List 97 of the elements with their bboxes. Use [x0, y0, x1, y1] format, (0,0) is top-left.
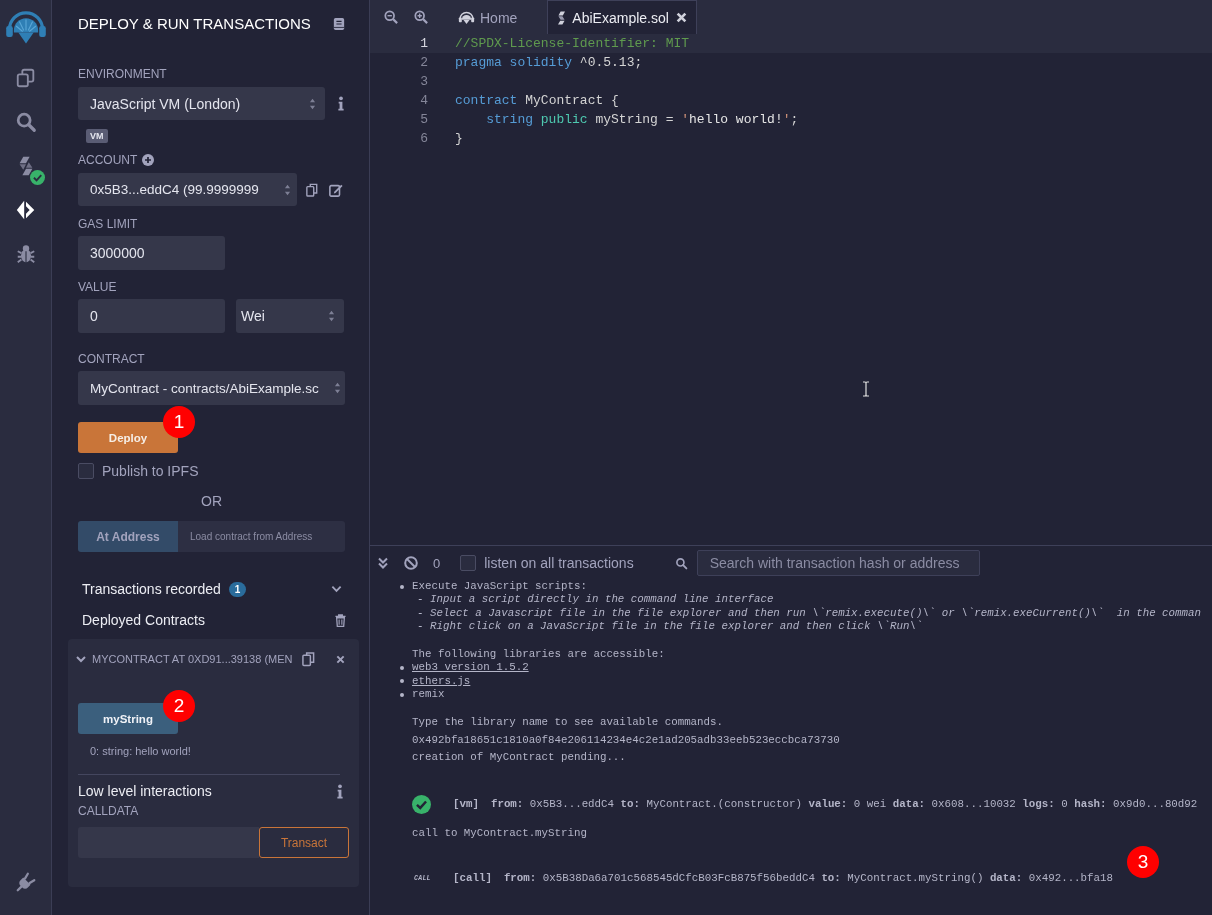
search-field[interactable]: Search with transaction hash or address: [696, 550, 980, 576]
transact-button[interactable]: Transact: [259, 827, 349, 858]
calldata-label: CALLDATA: [78, 804, 139, 818]
line-number: 3: [419, 74, 429, 89]
deployed-contracts-label: Deployed Contracts: [82, 612, 205, 628]
copy-icon[interactable]: [302, 651, 315, 667]
bullet-icon: [400, 584, 404, 589]
listen-label[interactable]: listen on all transactions: [484, 555, 634, 571]
zoom-in-icon[interactable]: [414, 10, 428, 24]
trash-icon[interactable]: [335, 613, 346, 627]
library-name: remix: [412, 688, 445, 702]
bullet-icon: [400, 666, 404, 671]
transaction-details: from: 0x5B3...eddC4 to: MyContract.(constructor) value: 0 wei data: 0x608...10032 logs: 0 hash: 0x9d0...80d92: [490, 798, 1198, 812]
pending-count: 0: [433, 555, 441, 571]
transaction-details: from: 0x5B38Da6a701c568545dCfcB03FcB875f56beddC4 to: MyContract.myString() data: 0x492...bfa18: [503, 871, 1113, 885]
help-text: Type the library name to see available commands.: [412, 716, 723, 730]
plug-icon: [14, 871, 37, 893]
environment-select[interactable]: JavaScript VM (London): [78, 87, 325, 120]
code-line: string public myString = 'hello world!';: [485, 112, 799, 127]
value-field[interactable]: 0: [78, 299, 225, 333]
close-icon[interactable]: [336, 654, 345, 664]
publish-label[interactable]: Publish to IPFS: [102, 463, 199, 479]
plus-circle-icon[interactable]: [142, 154, 155, 166]
logo-icon: [458, 9, 475, 26]
log-line: creation of MyContract pending...: [412, 750, 626, 765]
line-number: 6: [419, 131, 429, 146]
address-field[interactable]: Load contract from Address: [178, 521, 345, 552]
chevron-down-icon[interactable]: [331, 585, 342, 593]
panel-title: DEPLOY & RUN TRANSACTIONS: [78, 14, 311, 34]
log-line: call to MyContract.myString: [412, 827, 587, 841]
environment-badge: VM: [86, 129, 108, 143]
double-chevron-down-icon[interactable]: [378, 557, 388, 569]
library-link[interactable]: ethers.js: [412, 674, 471, 689]
copy-icon[interactable]: [306, 182, 318, 197]
contract-select[interactable]: MyContract - contracts/AbiExample.sc: [78, 371, 345, 405]
bullet-icon: [400, 692, 404, 697]
calldata-field[interactable]: [78, 827, 259, 858]
or-divider-text: OR: [200, 493, 223, 509]
account-select[interactable]: 0x5B3...eddC4 (99.9999999: [78, 173, 297, 206]
file-icon: [557, 10, 567, 25]
line-number: 2: [419, 55, 429, 70]
bullet-icon: [400, 679, 404, 684]
code-line: }: [455, 131, 463, 146]
step-number-badge: 2: [163, 690, 195, 722]
book-icon[interactable]: [333, 17, 345, 31]
search-icon: [14, 111, 37, 133]
log-line: 0x492bfa18651c1810a0f84e206114234e4c2e1ad205adb33eeb523eccbca73730: [412, 733, 840, 747]
info-icon[interactable]: [338, 96, 344, 111]
line-number: 4: [419, 93, 429, 108]
updown-caret-icon: [328, 310, 335, 322]
help-heading: Execute JavaScript scripts:: [412, 580, 587, 594]
help-hint: - Input a script directly in the command line interface: [416, 593, 774, 607]
gas-limit-field[interactable]: 3000000: [78, 236, 225, 270]
libraries-intro: The following libraries are accessible:: [412, 648, 665, 662]
line-number: 1: [419, 36, 429, 51]
count-badge: 1: [228, 581, 247, 597]
search-icon: [674, 556, 688, 570]
contract-label: CONTRACT: [78, 352, 146, 366]
account-label: ACCOUNT: [78, 153, 138, 167]
checkbox[interactable]: [78, 463, 94, 479]
editor-tab[interactable]: Home: [444, 0, 533, 34]
at-address-button[interactable]: At Address: [78, 521, 178, 552]
code-line: //SPDX-License-Identifier: MIT: [455, 36, 690, 51]
code-line: pragma solidity ^0.5.13;: [455, 55, 643, 70]
environment-label: ENVIRONMENT: [78, 67, 168, 81]
gas-limit-label: GAS LIMIT: [78, 217, 139, 231]
help-hint: - Right click on a JavaScript file in the file explorer and then click \`Run\`: [416, 619, 923, 634]
unit-select[interactable]: Wei: [236, 299, 344, 333]
text-cursor-icon: [862, 381, 870, 397]
code-line: contract MyContract {: [455, 93, 619, 108]
function-result: 0: string: hello world!: [90, 744, 191, 758]
bug-icon: [14, 243, 37, 265]
updown-caret-icon: [284, 183, 291, 196]
line-number: 5: [419, 112, 429, 127]
chevron-down-icon[interactable]: [76, 655, 86, 663]
transactions-recorded-label[interactable]: Transactions recorded: [82, 581, 221, 597]
deploy-icon: [14, 199, 37, 221]
clear-icon[interactable]: [404, 556, 418, 570]
info-icon[interactable]: [337, 783, 343, 799]
close-icon[interactable]: [675, 12, 687, 23]
updown-caret-icon: [334, 382, 341, 394]
library-link[interactable]: web3 version 1.5.2: [412, 661, 529, 675]
editor-tab[interactable]: AbiExample.sol: [547, 0, 697, 34]
log-tag: [call]: [453, 871, 492, 885]
help-hint: - Select a Javascript file in the file explorer and then run \`remix.execute()\` or \`remix.exeCurrent()\` in the comman: [416, 606, 1201, 620]
instance-title: MYCONTRACT AT 0XD91...39138 (MEN: [92, 653, 293, 665]
success-check-icon: [412, 795, 431, 815]
checkbox[interactable]: [460, 555, 477, 571]
files-icon: [14, 67, 37, 89]
step-number-badge: 3: [1127, 845, 1159, 878]
updown-caret-icon: [309, 97, 316, 110]
edit-icon[interactable]: [329, 182, 343, 197]
step-number-badge: 1: [163, 406, 195, 438]
log-tag: [vm]: [453, 798, 479, 812]
value-label: VALUE: [78, 280, 118, 294]
low-level-title: Low level interactions: [78, 783, 212, 799]
zoom-out-icon[interactable]: [384, 10, 398, 24]
